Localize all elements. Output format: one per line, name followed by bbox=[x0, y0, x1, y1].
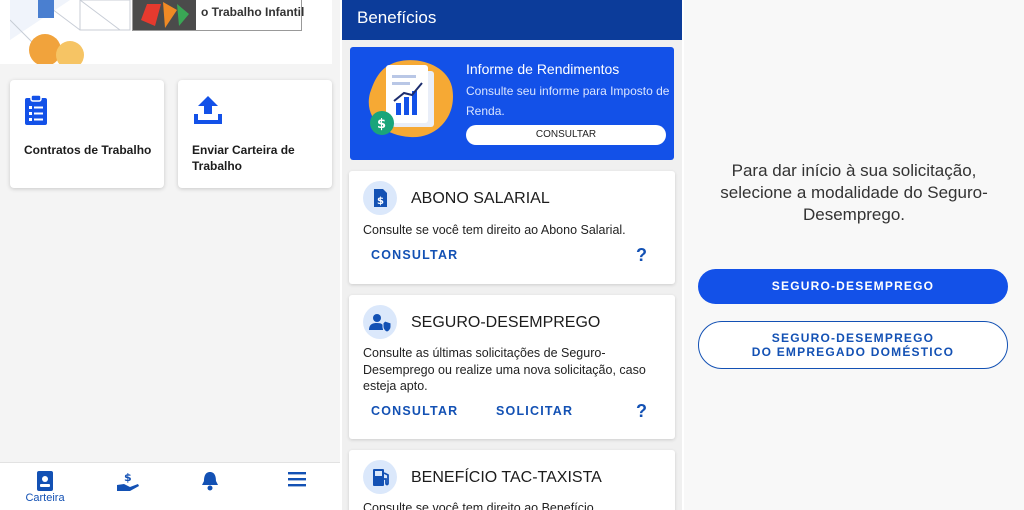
seguro-help-icon[interactable]: ? bbox=[636, 401, 647, 422]
seguro-desemprego-title: SEGURO-DESEMPREGO bbox=[411, 314, 601, 331]
informe-title: Informe de Rendimentos bbox=[466, 61, 620, 77]
svg-text:$: $ bbox=[377, 196, 384, 207]
beneficios-screen: Benefícios $ Informe de Rendimentos Cons… bbox=[342, 0, 682, 510]
bottom-navigation: Carteira $ bbox=[0, 462, 340, 510]
banner-caption: o Trabalho Infantil bbox=[132, 0, 305, 31]
enviar-carteira-label: Enviar Carteira de Trabalho bbox=[192, 143, 295, 173]
seguro-consultar-link[interactable]: CONSULTAR bbox=[371, 404, 458, 418]
svg-text:$: $ bbox=[124, 471, 132, 484]
nav-notificacoes[interactable] bbox=[170, 463, 250, 510]
abono-salarial-card: $ ABONO SALARIAL Consulte se você tem di… bbox=[349, 171, 675, 284]
campaign-banner[interactable]: o Trabalho Infantil bbox=[0, 0, 332, 64]
hand-money-icon: $ bbox=[116, 471, 140, 498]
nav-beneficios[interactable]: $ bbox=[88, 463, 168, 510]
nav-carteira[interactable]: Carteira bbox=[5, 463, 85, 510]
seguro-desemprego-description: Consulte as últimas solicitações de Segu… bbox=[363, 346, 646, 393]
domestico-button-line1: SEGURO-DESEMPREGO bbox=[771, 331, 935, 345]
tac-taxista-title: BENEFÍCIO TAC-TAXISTA bbox=[411, 469, 602, 486]
enviar-carteira-card[interactable]: Enviar Carteira de Trabalho bbox=[178, 80, 332, 188]
informe-description: Consulte seu informe para Imposto de Ren… bbox=[466, 84, 670, 118]
banner-artwork bbox=[10, 0, 138, 64]
abono-consultar-link[interactable]: CONSULTAR bbox=[371, 248, 458, 262]
seguro-desemprego-card: SEGURO-DESEMPREGO Consulte as últimas so… bbox=[349, 295, 675, 439]
contratos-de-trabalho-card[interactable]: Contratos de Trabalho bbox=[10, 80, 164, 188]
carteira-screen: o Trabalho Infantil Contratos de Trabalh… bbox=[0, 0, 340, 510]
beneficio-tac-taxista-card: BENEFÍCIO TAC-TAXISTA Consulte se você t… bbox=[349, 450, 675, 510]
banner-text: o Trabalho Infantil bbox=[201, 5, 305, 19]
clipboard-list-icon bbox=[24, 94, 48, 131]
modalidade-screen: Para dar início à sua solicitação, selec… bbox=[684, 0, 1024, 510]
app-header: Benefícios bbox=[342, 0, 682, 40]
upload-icon bbox=[192, 94, 224, 131]
abono-help-icon[interactable]: ? bbox=[636, 245, 647, 266]
seguro-solicitar-link[interactable]: SOLICITAR bbox=[496, 404, 573, 418]
abono-salarial-description: Consulte se você tem direito ao Abono Sa… bbox=[363, 223, 626, 237]
bell-icon bbox=[201, 471, 219, 496]
domestico-button-line2: DO EMPREGADO DOMÉSTICO bbox=[751, 345, 955, 359]
menu-icon bbox=[288, 471, 306, 492]
informe-consultar-button[interactable]: CONSULTAR bbox=[466, 125, 666, 145]
seguro-desemprego-domestico-button[interactable]: SEGURO-DESEMPREGO DO EMPREGADO DOMÉSTICO bbox=[698, 321, 1008, 369]
document-dollar-icon: $ bbox=[363, 181, 397, 215]
page-title: Benefícios bbox=[357, 8, 437, 27]
contratos-de-trabalho-label: Contratos de Trabalho bbox=[24, 143, 152, 157]
instruction-text: Para dar início à sua solicitação, selec… bbox=[720, 161, 988, 224]
fuel-pump-icon bbox=[363, 460, 397, 494]
svg-text:$: $ bbox=[377, 117, 386, 132]
tac-taxista-description: Consulte se você tem direito ao Benefíci… bbox=[363, 501, 594, 510]
abono-salarial-title: ABONO SALARIAL bbox=[411, 190, 550, 207]
nav-menu[interactable] bbox=[257, 463, 337, 510]
nav-carteira-label: Carteira bbox=[25, 492, 65, 504]
informe-rendimentos-banner[interactable]: $ Informe de Rendimentos Consulte seu in… bbox=[350, 47, 674, 160]
banner-logo bbox=[133, 0, 196, 30]
tax-report-illustration-icon: $ bbox=[366, 57, 458, 152]
seguro-desemprego-button[interactable]: SEGURO-DESEMPREGO bbox=[698, 269, 1008, 304]
user-shield-icon bbox=[363, 305, 397, 339]
